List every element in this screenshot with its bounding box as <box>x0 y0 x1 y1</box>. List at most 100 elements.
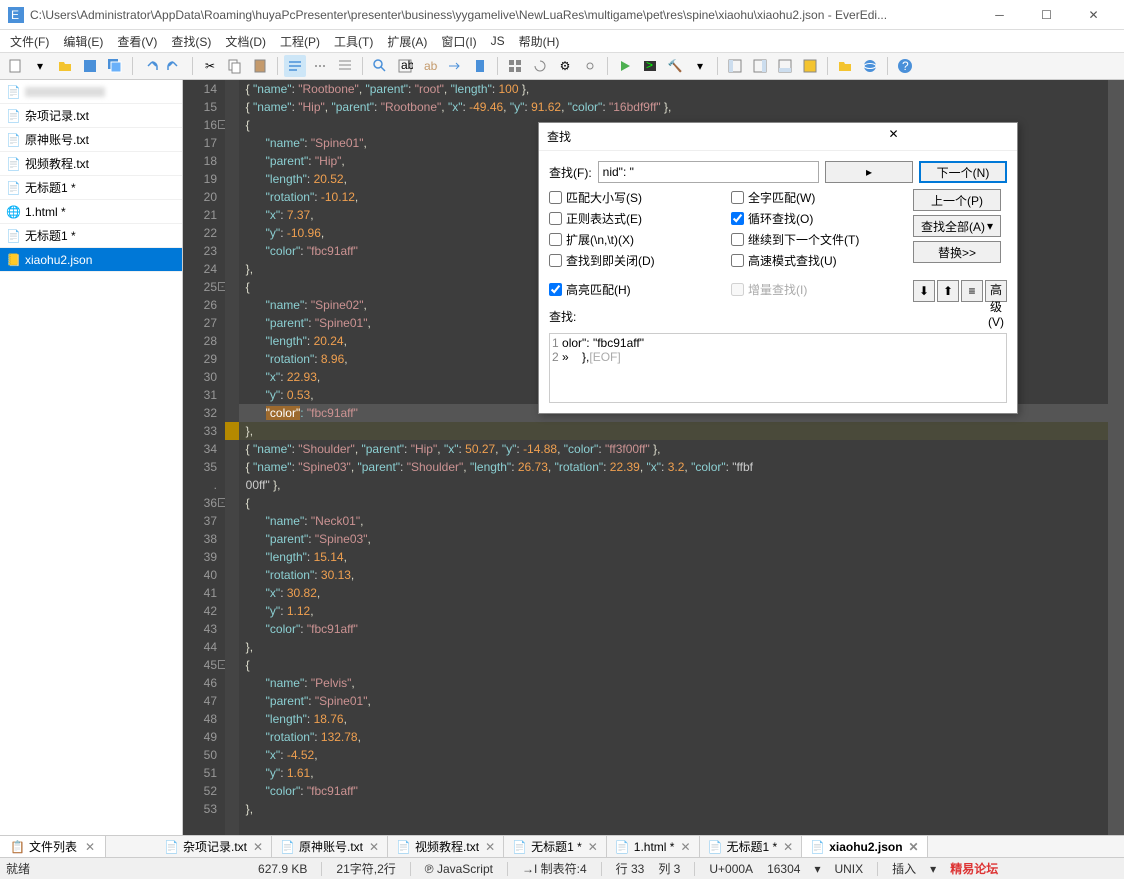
minimize-button[interactable]: ─ <box>977 1 1022 29</box>
replace-icon[interactable]: ab <box>394 55 416 77</box>
file-item[interactable]: 📄无标题1 * <box>0 224 182 248</box>
chk-whole[interactable]: 全字匹配(W) <box>731 189 903 206</box>
file-item[interactable]: 📄杂项记录.txt <box>0 104 182 128</box>
close-x-icon[interactable]: ✕ <box>85 840 95 854</box>
menu-view[interactable]: 查看(V) <box>111 31 163 52</box>
highlight-icon[interactable]: abc <box>419 55 441 77</box>
close-button[interactable]: ✕ <box>1071 1 1116 29</box>
status-language[interactable]: ℗ JavaScript <box>425 862 493 876</box>
chk-case[interactable]: 匹配大小写(S) <box>549 189 721 206</box>
vertical-scrollbar[interactable] <box>1108 80 1124 835</box>
goto-icon[interactable] <box>444 55 466 77</box>
close-x-icon[interactable]: ✕ <box>369 840 379 854</box>
file-item[interactable]: 📄原神账号.txt <box>0 128 182 152</box>
open-folder-icon[interactable] <box>54 55 76 77</box>
status-tab[interactable]: →I 制表符:4 <box>522 860 587 877</box>
undo-icon[interactable] <box>139 55 161 77</box>
open-dropdown-icon[interactable]: ▾ <box>29 55 51 77</box>
close-x-icon[interactable]: ✕ <box>783 840 793 854</box>
gear-icon[interactable]: ⚙ <box>554 55 576 77</box>
align-icon[interactable]: ≡ <box>961 280 983 302</box>
menu-tools[interactable]: 工具(T) <box>328 31 379 52</box>
browser-icon[interactable] <box>859 55 881 77</box>
copy-icon[interactable] <box>224 55 246 77</box>
find-prev-button[interactable]: 上一个(P) <box>913 189 1001 211</box>
close-x-icon[interactable]: ✕ <box>909 840 919 854</box>
save-icon[interactable] <box>79 55 101 77</box>
menu-project[interactable]: 工程(P) <box>274 31 326 52</box>
doc-tab[interactable]: 📄xiaohu2.json✕ <box>802 836 927 857</box>
whitespace-icon[interactable] <box>309 55 331 77</box>
menu-help[interactable]: 帮助(H) <box>513 31 566 52</box>
close-x-icon[interactable]: ✕ <box>588 840 598 854</box>
maximize-button[interactable]: ☐ <box>1024 1 1069 29</box>
chk-closeimm[interactable]: 查找到即关闭(D) <box>549 252 721 269</box>
chk-loop[interactable]: 循环查找(O) <box>731 210 903 227</box>
arrow-up-icon[interactable]: ⬆ <box>937 280 959 302</box>
find-close-button[interactable]: ✕ <box>778 127 1009 147</box>
arrow-down-icon[interactable]: ⬇ <box>913 280 935 302</box>
find-results-box[interactable]: 1 olor": "fbc91aff" 2 » },[EOF] <box>549 333 1007 403</box>
menu-file[interactable]: 文件(F) <box>4 31 55 52</box>
menu-window[interactable]: 窗口(I) <box>435 31 482 52</box>
panel1-icon[interactable] <box>724 55 746 77</box>
menu-doc[interactable]: 文档(D) <box>219 31 272 52</box>
status-mode[interactable]: 插入 <box>892 860 916 877</box>
close-x-icon[interactable]: ✕ <box>680 840 690 854</box>
doc-tab[interactable]: 📄杂项记录.txt✕ <box>156 836 272 857</box>
menu-find[interactable]: 查找(S) <box>165 31 217 52</box>
file-list-panel-tab[interactable]: 📋 文件列表 ✕ <box>0 836 106 857</box>
find-dialog-title-bar[interactable]: 查找 ✕ <box>539 123 1017 151</box>
advanced-button[interactable]: 高级(V) <box>985 280 1007 302</box>
find-input[interactable] <box>598 161 819 183</box>
close-x-icon[interactable]: ✕ <box>485 840 495 854</box>
doc-tab[interactable]: 📄原神账号.txt✕ <box>272 836 388 857</box>
indent-icon[interactable] <box>334 55 356 77</box>
file-item-active[interactable]: 📒xiaohu2.json <box>0 248 182 272</box>
link-icon[interactable] <box>579 55 601 77</box>
panel3-icon[interactable] <box>774 55 796 77</box>
status-eol[interactable]: UNIX <box>834 862 863 876</box>
file-item[interactable]: 📄无标题1 * <box>0 176 182 200</box>
file-item[interactable]: 📄视频教程.txt <box>0 152 182 176</box>
close-x-icon[interactable]: ✕ <box>253 840 263 854</box>
doc-tab[interactable]: 📄视频教程.txt✕ <box>388 836 504 857</box>
find-next-button[interactable]: 下一个(N) <box>919 161 1007 183</box>
chk-incr[interactable]: 增量查找(I) <box>731 281 903 298</box>
replace-button[interactable]: 替换>> <box>913 241 1001 263</box>
file-item[interactable]: 🌐1.html * <box>0 200 182 224</box>
file-item[interactable]: 📄 <box>0 80 182 104</box>
status-line: 行 33 <box>616 860 645 877</box>
find-icon[interactable] <box>369 55 391 77</box>
panel2-icon[interactable] <box>749 55 771 77</box>
cut-icon[interactable]: ✂ <box>199 55 221 77</box>
word-wrap-icon[interactable] <box>284 55 306 77</box>
run-icon[interactable] <box>614 55 636 77</box>
paste-icon[interactable] <box>249 55 271 77</box>
help-icon[interactable]: ? <box>894 55 916 77</box>
doc-tab[interactable]: 📄1.html *✕ <box>607 836 700 857</box>
new-file-icon[interactable] <box>4 55 26 77</box>
chk-ext[interactable]: 扩展(\n,\t)(X) <box>549 231 721 248</box>
chk-regex[interactable]: 正则表达式(E) <box>549 210 721 227</box>
folder-tree-icon[interactable] <box>834 55 856 77</box>
doc-tab[interactable]: 📄无标题1 *✕ <box>700 836 803 857</box>
terminal-icon[interactable]: > <box>639 55 661 77</box>
menu-ext[interactable]: 扩展(A) <box>381 31 433 52</box>
redo-icon[interactable] <box>164 55 186 77</box>
chk-continue[interactable]: 继续到下一个文件(T) <box>731 231 903 248</box>
menu-edit[interactable]: 编辑(E) <box>57 31 109 52</box>
build-dropdown-icon[interactable]: ▾ <box>689 55 711 77</box>
chk-fast[interactable]: 高速模式查找(U) <box>731 252 903 269</box>
doc-tab[interactable]: 📄无标题1 *✕ <box>504 836 607 857</box>
hammer-icon[interactable]: 🔨 <box>664 55 686 77</box>
grid-icon[interactable] <box>504 55 526 77</box>
panel4-icon[interactable] <box>799 55 821 77</box>
chk-hilite[interactable]: 高亮匹配(H) <box>549 281 721 298</box>
bookmark-icon[interactable] <box>469 55 491 77</box>
menu-js[interactable]: JS <box>485 32 511 50</box>
find-dropdown-button[interactable]: ▸ <box>825 161 913 183</box>
find-all-button[interactable]: 查找全部(A) ▾ <box>913 215 1001 237</box>
save-all-icon[interactable] <box>104 55 126 77</box>
refresh-icon[interactable] <box>529 55 551 77</box>
